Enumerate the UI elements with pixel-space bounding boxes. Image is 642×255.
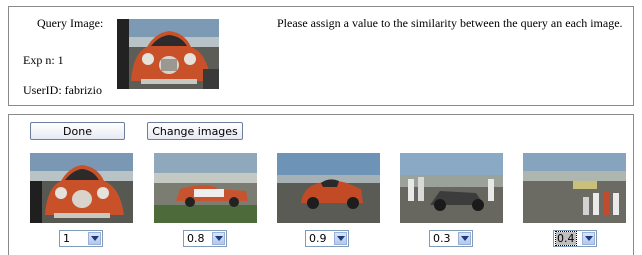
score-value-3: 0.9 bbox=[309, 232, 327, 245]
chevron-down-icon bbox=[88, 232, 101, 245]
result-image-1 bbox=[30, 153, 133, 223]
query-panel: Query Image: Exp n: 1 UserID: fabrizio P… bbox=[8, 6, 634, 106]
score-value-5: 0.4 bbox=[555, 231, 577, 246]
score-select-5[interactable]: 0.4 bbox=[553, 230, 597, 247]
score-select-1[interactable]: 1 bbox=[59, 230, 103, 247]
chevron-down-icon bbox=[582, 232, 595, 245]
result-image-3 bbox=[277, 153, 380, 223]
experiment-number: Exp n: 1 bbox=[23, 53, 64, 67]
instructions-text: Please assign a value to the similarity … bbox=[277, 16, 623, 30]
query-image bbox=[117, 19, 219, 89]
query-image-label: Query Image: bbox=[37, 16, 104, 30]
chevron-down-icon bbox=[212, 232, 225, 245]
chevron-down-icon bbox=[334, 232, 347, 245]
change-images-button[interactable]: Change images bbox=[147, 122, 243, 140]
score-value-1: 1 bbox=[63, 232, 70, 245]
results-panel: Done Change images 1 0.8 0.9 0.3 0.4 bbox=[8, 114, 634, 255]
result-image-2 bbox=[154, 153, 257, 223]
score-value-4: 0.3 bbox=[433, 232, 451, 245]
score-value-2: 0.8 bbox=[187, 232, 205, 245]
chevron-down-icon bbox=[458, 232, 471, 245]
score-select-4[interactable]: 0.3 bbox=[429, 230, 473, 247]
score-select-3[interactable]: 0.9 bbox=[305, 230, 349, 247]
score-select-2[interactable]: 0.8 bbox=[183, 230, 227, 247]
done-button[interactable]: Done bbox=[30, 122, 125, 140]
result-image-5 bbox=[523, 153, 626, 223]
user-id: UserID: fabrizio bbox=[23, 83, 102, 97]
result-image-4 bbox=[400, 153, 503, 223]
